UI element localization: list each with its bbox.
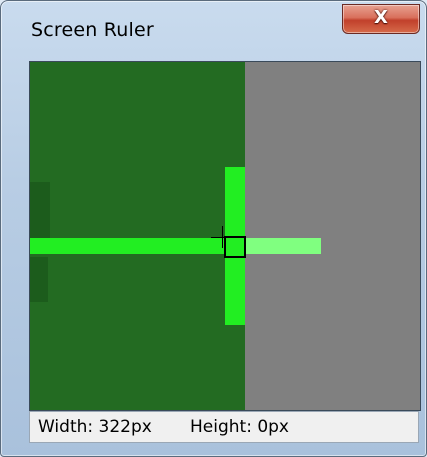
width-readout: Width: 322px [38, 417, 152, 437]
magnifier-viewport[interactable] [29, 61, 421, 411]
ruler-horizontal-bar [30, 238, 245, 254]
magnified-pixel [30, 182, 50, 242]
crosshair-cursor-icon [211, 237, 231, 238]
title-bar[interactable]: Screen Ruler X [1, 1, 426, 51]
close-icon: X [374, 7, 388, 28]
ruler-horizontal-bar-highlight [245, 238, 321, 254]
height-readout: Height: 0px [190, 417, 289, 437]
status-bar: Width: 322px Height: 0px [29, 411, 419, 443]
close-button[interactable]: X [342, 4, 420, 34]
magnified-pixel [30, 257, 48, 302]
screen-ruler-window: Screen Ruler X Width: 322px Height: 0px [0, 0, 427, 457]
magnified-green-area [30, 62, 245, 410]
center-pixel-box [224, 236, 246, 258]
crosshair-cursor-icon-vertical [222, 226, 223, 248]
window-title: Screen Ruler [31, 19, 154, 41]
